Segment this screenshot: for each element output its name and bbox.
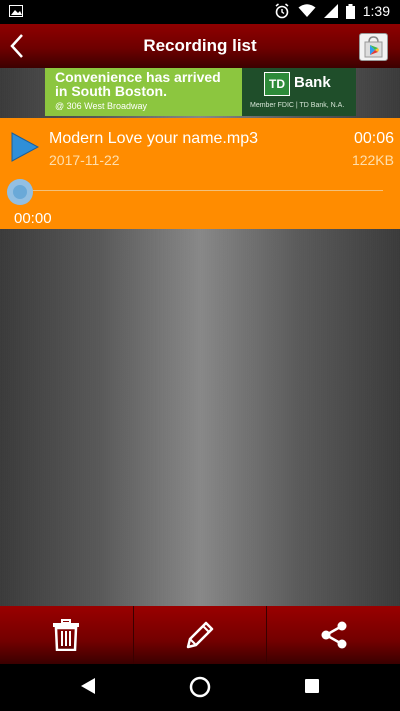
pencil-icon xyxy=(186,621,214,649)
recording-list-area: Convenience has arrived in South Boston.… xyxy=(0,68,400,606)
status-bar: 1:39 xyxy=(0,0,400,24)
playback-position: 00:00 xyxy=(14,210,52,227)
delete-button[interactable] xyxy=(0,606,134,664)
recording-name: Modern Love your name.mp3 xyxy=(49,130,258,147)
ad-line-1: Convenience has arrived xyxy=(55,69,221,85)
alarm-icon xyxy=(275,3,289,19)
image-notification-icon xyxy=(9,5,23,17)
ad-message: Convenience has arrived in South Boston.… xyxy=(45,68,242,116)
list-item[interactable]: Modern Love your name.mp3 00:06 2017-11-… xyxy=(0,118,400,229)
recording-duration: 00:06 xyxy=(353,130,394,147)
home-nav-icon[interactable] xyxy=(189,676,211,698)
play-store-icon xyxy=(364,36,383,58)
recording-size: 122KB xyxy=(351,152,394,168)
seek-track[interactable] xyxy=(30,190,383,191)
share-button[interactable] xyxy=(267,606,400,664)
signal-icon xyxy=(323,4,338,18)
ad-banner[interactable]: Convenience has arrived in South Boston.… xyxy=(45,68,356,116)
seek-handle[interactable] xyxy=(7,179,33,205)
play-store-button[interactable] xyxy=(359,33,388,61)
share-icon xyxy=(321,621,347,649)
battery-icon xyxy=(345,3,355,19)
play-icon[interactable] xyxy=(11,132,39,162)
page-title: Recording list xyxy=(143,36,257,55)
ad-member-text: Member FDIC | TD Bank, N.A. xyxy=(250,102,345,109)
ad-address: @ 306 West Broadway xyxy=(55,101,148,111)
ad-brand-name: Bank xyxy=(294,74,331,91)
recording-date: 2017-11-22 xyxy=(49,152,120,168)
action-toolbar xyxy=(0,606,400,664)
td-logo: TD xyxy=(264,72,290,96)
app-bar: Recording list xyxy=(0,24,400,69)
status-time: 1:39 xyxy=(362,3,390,19)
back-nav-icon[interactable] xyxy=(80,677,96,695)
ad-line-2: in South Boston. xyxy=(55,83,167,99)
system-nav-bar xyxy=(0,664,400,711)
ad-brand: TD Bank Member FDIC | TD Bank, N.A. xyxy=(242,68,356,116)
wifi-icon xyxy=(298,4,316,17)
edit-button[interactable] xyxy=(134,606,268,664)
trash-icon xyxy=(53,619,80,651)
recents-nav-icon[interactable] xyxy=(305,679,319,693)
